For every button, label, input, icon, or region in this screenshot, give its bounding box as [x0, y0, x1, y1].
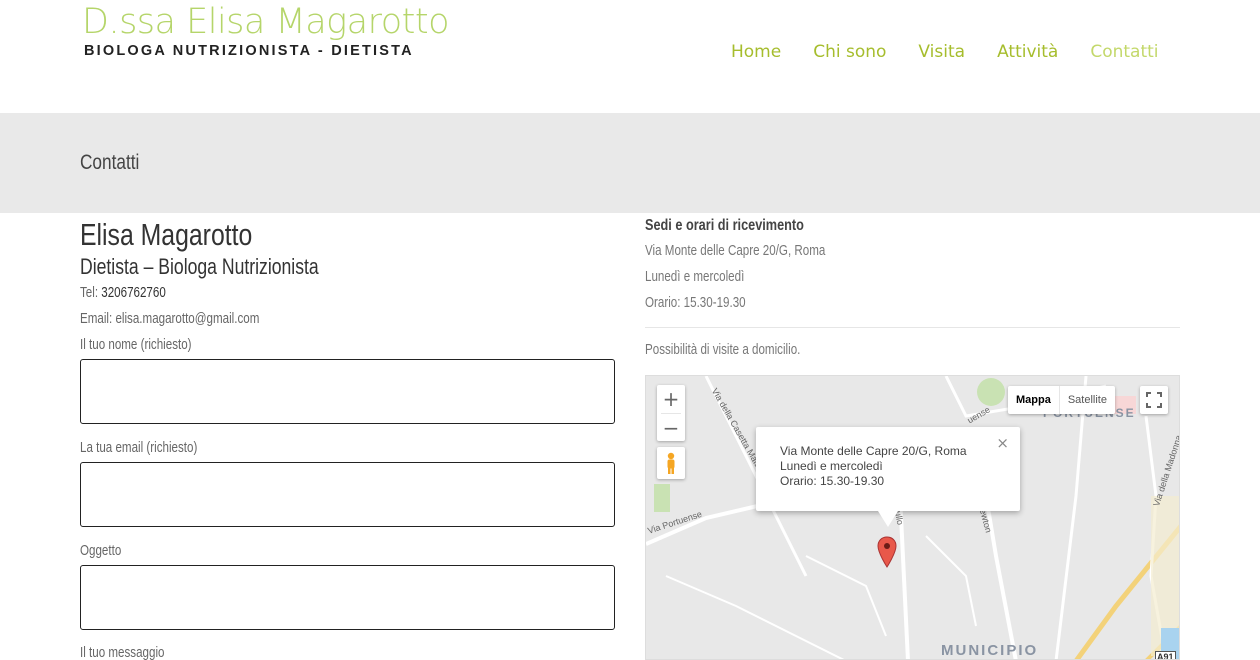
office-hours: Orario: 15.30-19.30 — [645, 295, 746, 311]
subject-field-label: Oggetto — [80, 543, 122, 559]
contact-role: Dietista – Biologa Nutrizionista — [80, 254, 319, 279]
brand-title[interactable]: D.ssa Elisa Magarotto — [82, 2, 449, 42]
main-nav: Home Chi sono Visita Attività Contatti — [731, 42, 1191, 62]
nav-home[interactable]: Home — [731, 42, 781, 62]
email-field-label: La tua email (richiesto) — [80, 440, 198, 456]
map-type-control: Mappa Satellite — [1008, 386, 1115, 414]
nav-visita[interactable]: Visita — [918, 42, 965, 62]
site-header: D.ssa Elisa Magarotto BIOLOGA NUTRIZIONI… — [0, 0, 1260, 113]
popup-address: Via Monte delle Capre 20/G, Roma — [780, 444, 967, 458]
popup-days: Lunedì e mercoledì — [780, 459, 883, 473]
map-label-municipio: MUNICIPIO — [941, 642, 1039, 659]
page-title-band: Contatti — [0, 113, 1260, 213]
map-marker-icon[interactable] — [877, 536, 897, 568]
phone-number[interactable]: 3206762760 — [101, 285, 166, 301]
nav-attivita[interactable]: Attività — [997, 42, 1058, 62]
map-zoom-control: + − — [657, 385, 685, 441]
page-title: Contatti — [80, 151, 140, 174]
popup-hours: Orario: 15.30-19.30 — [780, 474, 885, 488]
map-info-window: × Via Monte delle Capre 20/G, Roma Luned… — [756, 427, 1020, 527]
divider — [645, 327, 1180, 328]
office-days: Lunedì e mercoledì — [645, 269, 745, 285]
map-type-map-button[interactable]: Mappa — [1008, 386, 1060, 414]
map-type-satellite-button[interactable]: Satellite — [1060, 386, 1115, 414]
close-icon[interactable]: × — [996, 434, 1009, 452]
fullscreen-icon[interactable] — [1140, 386, 1168, 414]
street-view-pegman-icon[interactable] — [657, 447, 685, 479]
highway-shield: A91 — [1155, 651, 1176, 659]
name-field[interactable] — [80, 359, 615, 424]
contact-name: Elisa Magarotto — [80, 217, 253, 252]
phone-label: Tel: — [80, 285, 102, 301]
nav-chi-sono[interactable]: Chi sono — [813, 42, 886, 62]
office-heading: Sedi e orari di ricevimento — [645, 217, 804, 234]
zoom-out-button[interactable]: − — [657, 414, 685, 442]
message-field-label: Il tuo messaggio — [80, 645, 165, 660]
contact-phone: Tel: 3206762760 — [80, 285, 166, 301]
office-address: Via Monte delle Capre 20/G, Roma — [645, 243, 826, 259]
google-map[interactable]: RE PORTUENSE MUNICIPIO Via Portuense Via… — [645, 375, 1180, 660]
name-field-label: Il tuo nome (richiesto) — [80, 337, 192, 353]
email-field[interactable] — [80, 462, 615, 527]
brand-subtitle: BIOLOGA NUTRIZIONISTA - DIETISTA — [84, 43, 414, 59]
contact-email[interactable]: Email: elisa.magarotto@gmail.com — [80, 311, 259, 327]
nav-contatti[interactable]: Contatti — [1090, 42, 1158, 62]
home-visits-note: Possibilità di visite a domicilio. — [645, 342, 801, 358]
zoom-in-button[interactable]: + — [657, 385, 685, 413]
subject-field[interactable] — [80, 565, 615, 630]
